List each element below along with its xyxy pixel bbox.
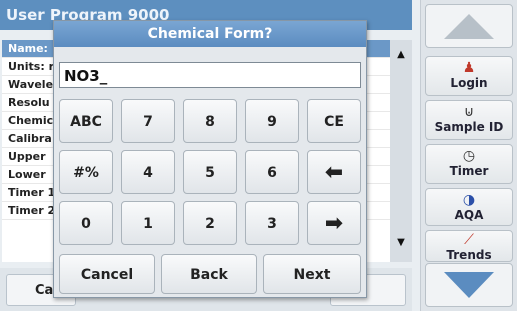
- timer-icon: ◷: [462, 148, 476, 164]
- timer-label: Timer: [449, 164, 489, 178]
- backspace-key[interactable]: ⬅: [307, 150, 361, 194]
- key-9[interactable]: 9: [245, 99, 299, 143]
- chemical-form-input[interactable]: NO3_: [59, 62, 361, 88]
- trends-button[interactable]: ⟋ Trends: [425, 230, 513, 262]
- symbols-key[interactable]: #%: [59, 150, 113, 194]
- up-triangle-icon: [444, 14, 494, 39]
- cancel-button[interactable]: Cancel: [59, 254, 155, 294]
- key-2[interactable]: 2: [183, 201, 237, 245]
- nav-up-button[interactable]: [425, 4, 513, 48]
- sidebar: ♟ Login ⊍ Sample ID ◷ Timer ◑ AQA ⟋ Tren…: [420, 0, 517, 311]
- login-label: Login: [450, 76, 488, 90]
- right-arrow-icon: ➡: [324, 211, 344, 236]
- key-6[interactable]: 6: [245, 150, 299, 194]
- key-1[interactable]: 1: [121, 201, 175, 245]
- trends-label: Trends: [446, 248, 492, 262]
- scroll-down-icon[interactable]: ▼: [390, 232, 412, 254]
- down-triangle-icon: [444, 272, 494, 298]
- cursor-right-key[interactable]: ➡: [307, 201, 361, 245]
- login-button[interactable]: ♟ Login: [425, 56, 513, 96]
- chemical-form-dialog: Chemical Form? NO3_ ABC 7 8 9 CE #% 4 5 …: [53, 20, 367, 298]
- aqa-label: AQA: [454, 208, 484, 222]
- scroll-up-icon[interactable]: ▲: [390, 44, 412, 66]
- key-3[interactable]: 3: [245, 201, 299, 245]
- key-5[interactable]: 5: [183, 150, 237, 194]
- list-scrollbar[interactable]: ▲ ▼: [390, 40, 412, 262]
- nav-down-button[interactable]: [425, 263, 513, 307]
- dialog-title: Chemical Form?: [54, 21, 366, 47]
- aqa-button[interactable]: ◑ AQA: [425, 188, 513, 226]
- next-button[interactable]: Next: [263, 254, 361, 294]
- trend-chart-icon: ⟋: [464, 232, 474, 248]
- timer-button[interactable]: ◷ Timer: [425, 144, 513, 184]
- back-button[interactable]: Back: [161, 254, 257, 294]
- sample-id-label: Sample ID: [434, 120, 504, 134]
- sample-id-button[interactable]: ⊍ Sample ID: [425, 100, 513, 140]
- key-8[interactable]: 8: [183, 99, 237, 143]
- left-arrow-icon: ⬅: [324, 160, 344, 185]
- aqa-icon: ◑: [462, 192, 476, 208]
- person-icon: ♟: [462, 60, 476, 76]
- abc-key[interactable]: ABC: [59, 99, 113, 143]
- key-4[interactable]: 4: [121, 150, 175, 194]
- clear-entry-key[interactable]: CE: [307, 99, 361, 143]
- key-7[interactable]: 7: [121, 99, 175, 143]
- sample-vial-icon: ⊍: [463, 104, 475, 120]
- key-0[interactable]: 0: [59, 201, 113, 245]
